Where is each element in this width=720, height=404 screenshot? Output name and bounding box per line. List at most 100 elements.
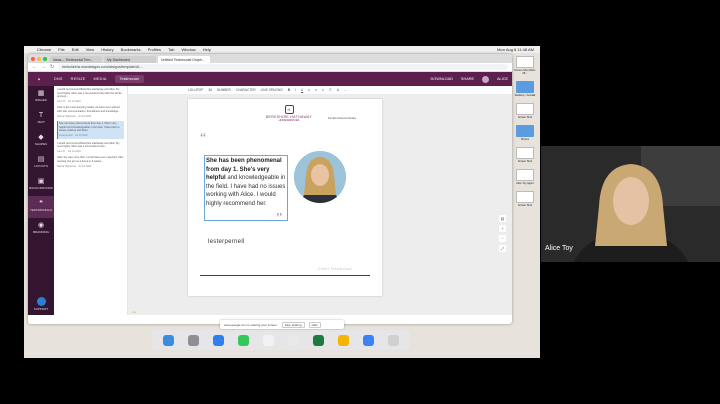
number-field[interactable]: NUMBER [217,88,231,92]
stop-sharing-button[interactable]: Stop sharing [281,321,305,328]
align-right-icon[interactable]: ≡ [322,88,324,92]
photos-icon[interactable] [263,334,274,346]
desktop-file-label: Alice Toy Agent [516,182,534,185]
list-item-selected[interactable]: She has been phenomenal from day 1. She'… [57,121,124,139]
rail-item-testimonials[interactable]: ❝ TESTIMONIALS [28,196,54,218]
excel-icon[interactable] [313,334,324,346]
desktop-file[interactable]: Alice Toy Agent [512,169,538,185]
menu-media[interactable]: MEDIA [94,77,107,81]
branding-icon: ◉ [37,222,45,229]
desktop-file[interactable]: Screen Shot 2022-08... [512,56,538,75]
menu-view[interactable]: View [86,47,95,52]
rail-item-layouts[interactable]: ▤ LAYOUTS [28,152,54,174]
font-size-select[interactable]: 36 [208,88,212,92]
layers-icon[interactable]: ▤ [499,215,506,222]
trash-icon[interactable] [388,334,399,346]
zoom-in-icon[interactable]: + [499,225,506,232]
desktop-folder[interactable]: Photos [512,125,538,141]
desktop-folder[interactable]: Desktop - Kendall [512,81,538,97]
more-icon[interactable]: ⋯ [344,88,347,92]
text-icon: T [38,112,44,119]
rail-item-shapes[interactable]: ◆ SHAPES [28,130,54,152]
list-item[interactable]: I would recommend Berkshire Hathaway and… [57,142,124,154]
client-testimonial-label[interactable]: Client Testimonial [318,267,352,271]
desktop-file-label: Screen Shot 2022-08... [514,69,536,75]
minimize-window-icon[interactable] [37,57,41,61]
text-color-icon[interactable]: A [337,88,339,92]
rail-item-text[interactable]: T TEXT [28,108,54,130]
rail-item-branding[interactable]: ◉ BRANDING [28,218,54,240]
bold-button[interactable]: B [288,88,290,92]
testimonial-text: Alice is the most amazing realtor we hav… [57,106,121,113]
zoom-out-icon[interactable]: − [499,235,506,242]
browser-tab[interactable]: Ideas – Testimonial Tem... [50,56,102,63]
testimonial-card[interactable]: H BERKSHIRE HATHAWAY HOMESERVICES Florid… [188,99,382,296]
underline-button[interactable]: U [301,88,303,92]
reload-icon[interactable]: ↻ [50,64,54,70]
character-field[interactable]: CHARACTER [236,88,256,92]
menu-resize[interactable]: RESIZE [71,77,86,81]
italic-button[interactable]: I [295,88,296,92]
list-item[interactable]: Alice is the most amazing realtor we hav… [57,106,124,118]
rail-item-images[interactable]: ▦ IMAGES [28,86,54,108]
agent-photo[interactable] [294,151,346,203]
chrome-icon[interactable] [338,334,349,346]
menu-tab[interactable]: Tab [168,47,174,52]
images-icon: ▦ [37,90,45,97]
list-item[interactable]: Alice Toy was more than I could have eve… [57,156,124,168]
back-arrow-icon[interactable]: ← [32,64,37,70]
zoom-window-icon[interactable] [43,57,47,61]
header-actions: DOWNLOAD SHARE ALICE [431,75,508,83]
menu-dns[interactable]: DNS [54,77,63,81]
testimonial-text: I would recommend Berkshire Hathaway and… [57,141,120,149]
browser-tab-active[interactable]: Untitled Testimonial Graph... [158,56,210,63]
forward-arrow-icon[interactable]: → [41,64,46,70]
font-select[interactable]: LOLLIPOP [188,88,203,92]
testimonials-panel: I would recommend Berkshire Hathaway and… [54,86,128,315]
rail-item-backgrounds[interactable]: ▣ BACKGROUNDS [28,174,54,196]
rail-item-support[interactable]: SUPPORT [28,297,54,311]
app-logo[interactable]: ◆ [32,74,46,84]
menu-history[interactable]: History [101,47,113,52]
align-left-icon[interactable]: ≡ [308,88,310,92]
launchpad-icon[interactable] [188,334,199,346]
list-icon[interactable]: ☰ [329,88,332,92]
avatar[interactable] [482,75,490,83]
testimonial-quote[interactable]: She has been phenomenal from day 1. She'… [206,157,286,208]
menu-bookmarks[interactable]: Bookmarks [121,47,141,52]
shapes-icon: ◆ [38,134,44,141]
menu-window[interactable]: Window [181,47,195,52]
align-center-icon[interactable]: ≡ [315,88,317,92]
menu-help[interactable]: Help [203,47,211,52]
download-button[interactable]: DOWNLOAD [431,77,453,81]
hide-button[interactable]: Hide [308,321,321,328]
menu-profiles[interactable]: Profiles [148,47,161,52]
list-item[interactable]: I would recommend Berkshire Hathaway and… [57,88,124,103]
messages-icon[interactable] [238,334,249,346]
menu-edit[interactable]: Edit [72,47,79,52]
testimonial-meta: Jane R. · Jul 14 2022 [57,149,81,153]
screen: Chrome File Edit View History Bookmarks … [0,0,720,404]
desktop-icons: Screen Shot 2022-08... Desktop - Kendall… [512,56,538,213]
zoom-controls: ▤ + − ⤢ [499,215,506,255]
desktop-file[interactable]: Screen Shot [512,191,538,207]
url-field[interactable]: berkshirehs.maxdesigns.com/designs/templ… [58,64,508,70]
menu-chrome[interactable]: Chrome [37,47,51,52]
screen-share-banner: www.google.com is sharing your screen. S… [220,320,344,329]
finder-icon[interactable] [163,334,174,346]
menu-file[interactable]: File [58,47,64,52]
browser-tab[interactable]: My Dashboard [104,56,156,63]
zoom-icon[interactable] [363,334,374,346]
line-spacing-field[interactable]: LINE SPACING [261,88,283,92]
user-menu[interactable]: ALICE [497,77,508,81]
close-window-icon[interactable] [31,57,35,61]
calendar-icon[interactable] [288,334,299,346]
desktop-file[interactable]: Screen Shot [512,147,538,163]
share-button[interactable]: SHARE [461,77,474,81]
design-name-field[interactable]: Testimonial [114,75,144,83]
desktop-file[interactable]: Screen Shot [512,103,538,119]
signer-name[interactable]: lesterpernell [208,239,245,245]
safari-icon[interactable] [213,334,224,346]
rail-label: TEXT [37,120,45,124]
fit-icon[interactable]: ⤢ [499,245,506,252]
